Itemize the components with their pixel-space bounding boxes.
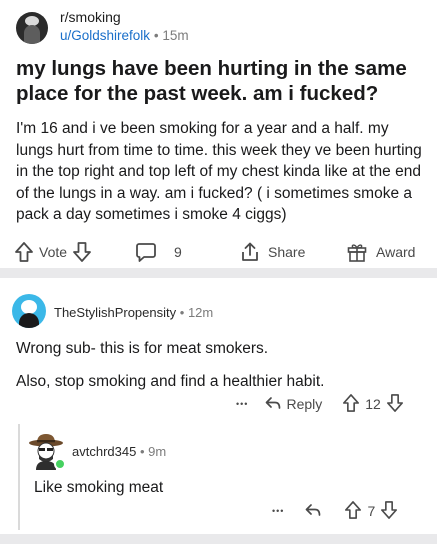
upvote-icon[interactable] [342,393,360,416]
post-meta: u/Goldshirefolk • 15m [60,28,189,43]
comment-time: 12m [187,305,214,320]
speech-bubble-icon [135,241,157,263]
avatar[interactable] [12,294,46,328]
comment-meta: avtchrd345 • 9m [72,444,166,459]
award-button[interactable]: Award [346,238,415,266]
meta-separator: • [153,28,159,43]
post-card: r/smoking u/Goldshirefolk • 15m my lungs… [0,0,437,268]
more-options-icon[interactable]: ••• [236,399,248,409]
more-options-icon[interactable]: ••• [272,506,284,516]
post-time: 15m [162,28,189,43]
meta-separator: • [179,305,185,320]
subreddit-avatar[interactable] [16,12,48,44]
downvote-icon[interactable] [386,393,404,416]
meta-separator: • [139,444,145,459]
vote-control: Vote [14,238,92,266]
share-label: Share [268,244,306,260]
comment-text: Wrong sub- this is for meat smokers. [16,340,269,357]
post-action-bar: Vote 9 Share Award [0,238,437,266]
comment-action-bar: ••• 7 [272,499,398,523]
reply-button[interactable]: Reply [264,394,322,415]
gift-icon [346,241,368,263]
share-upload-icon [240,241,260,263]
reply-arrow-icon[interactable] [304,501,322,522]
downvote-icon[interactable] [380,500,398,523]
share-button[interactable]: Share [240,238,305,266]
comment-author[interactable]: avtchrd345 [72,444,136,459]
comments-button[interactable]: 9 [135,238,182,266]
online-status-indicator [54,458,66,470]
reply-label: Reply [286,396,323,412]
post-body: I'm 16 and i ve been smoking for a year … [16,120,422,223]
section-divider [0,534,437,544]
comment-meta: TheStylishPropensity • 12m [54,305,213,320]
comment-text: Also, stop smoking and find a healthier … [16,373,325,390]
upvote-icon[interactable] [344,500,362,523]
comment-score: 12 [365,396,381,412]
thread-line[interactable] [18,424,20,530]
comment-author[interactable]: TheStylishPropensity [54,305,176,320]
comment-count: 9 [174,244,182,260]
award-label: Award [376,244,416,260]
subreddit-name[interactable]: r/smoking [60,9,121,25]
post-author[interactable]: u/Goldshirefolk [60,28,150,43]
snoo-body-graphic [19,313,39,328]
comment-action-bar: ••• Reply 12 [236,392,404,416]
section-divider [0,268,437,278]
comment-text: Like smoking meat [34,479,164,496]
vote-label: Vote [39,244,68,260]
upvote-icon[interactable] [14,241,34,263]
comment-score: 7 [367,503,376,519]
smoker-graphic [24,25,40,44]
snoo-head-graphic [21,300,37,314]
downvote-icon[interactable] [72,241,92,263]
comment-time: 9m [148,444,167,459]
post-title[interactable]: my lungs have been hurting in the same p… [16,56,421,106]
reply-arrow-icon [264,394,282,415]
